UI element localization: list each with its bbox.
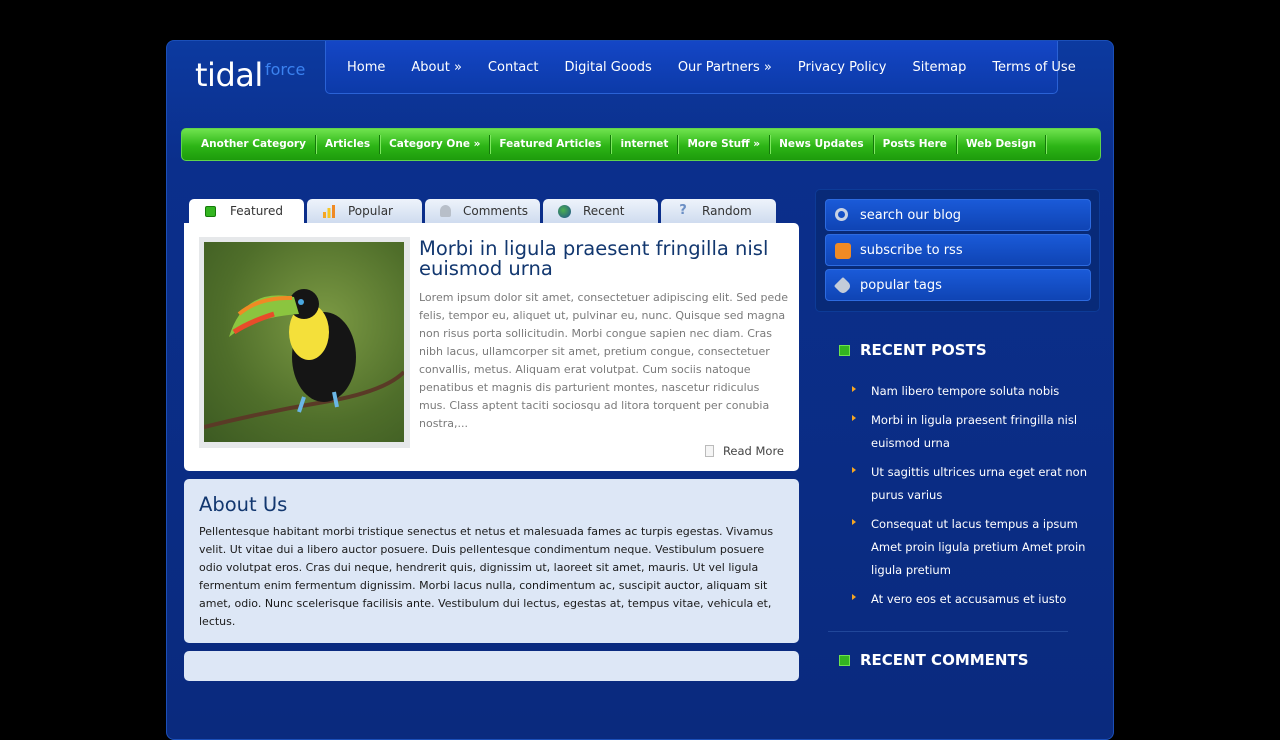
- nav-contact[interactable]: Contact: [475, 60, 552, 75]
- bar-chart-icon: [322, 204, 336, 218]
- top-navigation: Home About » Contact Digital Goods Our P…: [325, 41, 1076, 94]
- tag-icon: [833, 276, 853, 296]
- featured-post: Morbi in ligula praesent fringilla nisl …: [184, 223, 799, 471]
- tab-recent[interactable]: Recent: [543, 199, 658, 223]
- site-logo[interactable]: tidal force: [195, 56, 305, 94]
- square-bullet-icon: [839, 344, 850, 356]
- tab-comments[interactable]: Comments: [425, 199, 540, 223]
- recent-post-item[interactable]: Morbi in ligula praesent fringilla nisl …: [852, 409, 1087, 455]
- about-us-text: Pellentesque habitant morbi tristique se…: [199, 525, 774, 628]
- square-bullet-icon: [839, 654, 850, 666]
- recent-post-item[interactable]: Nam libero tempore soluta nobis: [852, 380, 1087, 403]
- document-icon: [704, 445, 714, 457]
- subscribe-rss-label: subscribe to rss: [860, 242, 963, 258]
- category-internet[interactable]: internet: [611, 135, 679, 154]
- featured-icon: [205, 205, 216, 217]
- toucan-image: [204, 242, 404, 442]
- category-posts-here[interactable]: Posts Here: [874, 135, 957, 154]
- tab-popular-label: Popular: [348, 204, 393, 218]
- recent-posts-heading: RECENT POSTS: [839, 341, 987, 359]
- logo-main-text: tidal: [195, 56, 263, 94]
- tab-random-label: Random: [702, 204, 752, 218]
- popular-tags-button[interactable]: popular tags: [825, 269, 1091, 301]
- popular-tags-label: popular tags: [860, 277, 942, 293]
- recent-comments-heading: RECENT COMMENTS: [839, 651, 1029, 669]
- recent-posts-list: Nam libero tempore soluta nobis Morbi in…: [852, 380, 1087, 617]
- logo-sub-text: force: [265, 60, 306, 79]
- tab-random[interactable]: ? Random: [661, 199, 776, 223]
- tab-comments-label: Comments: [463, 204, 529, 218]
- bottom-content-box: [184, 651, 799, 681]
- tab-recent-label: Recent: [583, 204, 625, 218]
- nav-sitemap[interactable]: Sitemap: [899, 60, 979, 75]
- featured-post-title[interactable]: Morbi in ligula praesent fringilla nisl …: [419, 239, 789, 279]
- category-web-design[interactable]: Web Design: [957, 135, 1047, 154]
- category-articles[interactable]: Articles: [316, 135, 381, 154]
- nav-privacy-policy[interactable]: Privacy Policy: [785, 60, 900, 75]
- nav-our-partners[interactable]: Our Partners »: [665, 60, 785, 75]
- category-featured-articles[interactable]: Featured Articles: [490, 135, 612, 154]
- nav-digital-goods[interactable]: Digital Goods: [552, 60, 665, 75]
- globe-icon: [558, 204, 571, 218]
- about-us-box: About Us Pellentesque habitant morbi tri…: [184, 479, 799, 643]
- question-icon: ?: [679, 203, 687, 218]
- rss-icon: [835, 243, 851, 259]
- subscribe-rss-button[interactable]: subscribe to rss: [825, 234, 1091, 266]
- category-more-stuff[interactable]: More Stuff »: [678, 135, 771, 154]
- tab-popular[interactable]: Popular: [307, 199, 422, 223]
- featured-post-excerpt: Lorem ipsum dolor sit amet, consectetuer…: [419, 291, 788, 430]
- sidebar-divider: [828, 631, 1068, 632]
- recent-post-item[interactable]: Consequat ut lacus tempus a ipsum Amet p…: [852, 513, 1087, 582]
- category-another-category[interactable]: Another Category: [192, 135, 316, 154]
- nav-terms-of-use[interactable]: Terms of Use: [979, 60, 1088, 75]
- category-navigation: Another Category Articles Category One »…: [181, 128, 1101, 161]
- nav-home[interactable]: Home: [334, 60, 398, 75]
- recent-post-item[interactable]: At vero eos et accusamus et iusto: [852, 588, 1087, 611]
- recent-posts-title: RECENT POSTS: [860, 341, 987, 359]
- content-tabs: Featured Popular Comments Recent ? Rando…: [189, 199, 776, 223]
- category-category-one[interactable]: Category One »: [380, 135, 491, 154]
- read-more-link[interactable]: Read More: [704, 444, 784, 458]
- tab-featured[interactable]: Featured: [189, 199, 304, 223]
- search-blog-button[interactable]: search our blog: [825, 199, 1091, 231]
- search-icon: [835, 208, 848, 221]
- featured-thumbnail[interactable]: [199, 237, 410, 448]
- read-more-label: Read More: [722, 444, 784, 458]
- recent-comments-title: RECENT COMMENTS: [860, 651, 1029, 669]
- recent-post-item[interactable]: Ut sagittis ultrices urna eget erat non …: [852, 461, 1087, 507]
- about-us-title: About Us: [199, 493, 288, 516]
- category-news-updates[interactable]: News Updates: [770, 135, 874, 154]
- nav-about[interactable]: About »: [398, 60, 475, 75]
- tab-featured-label: Featured: [230, 204, 283, 218]
- search-blog-label: search our blog: [860, 207, 962, 223]
- sidebar-actions: search our blog subscribe to rss popular…: [815, 189, 1100, 312]
- user-icon: [440, 205, 451, 217]
